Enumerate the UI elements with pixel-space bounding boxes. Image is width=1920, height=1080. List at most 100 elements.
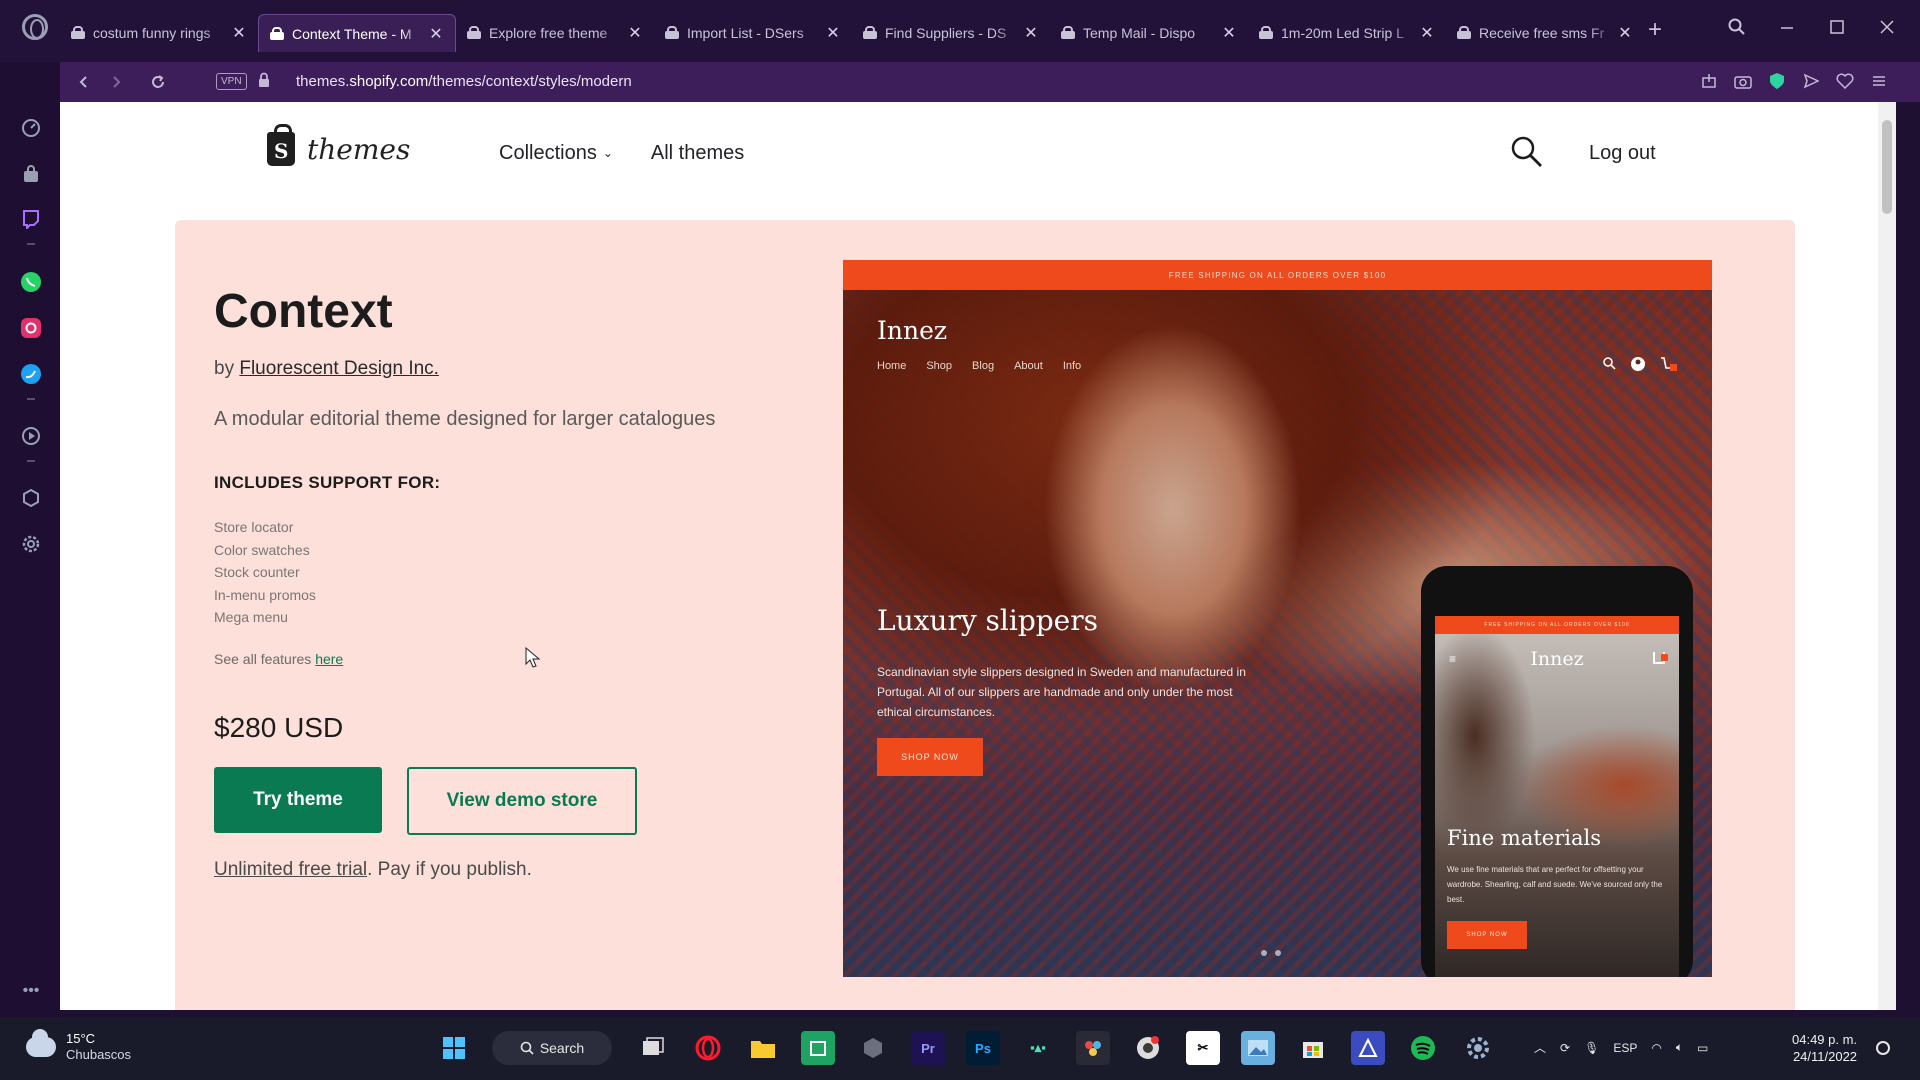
- volume-icon[interactable]: 🔈︎: [1676, 1040, 1683, 1055]
- tab-close-icon[interactable]: ✕: [1616, 23, 1634, 43]
- url-subdomain: themes.: [296, 73, 350, 90]
- instagram-icon[interactable]: [19, 316, 43, 340]
- shopify-themes-logo[interactable]: themes: [267, 124, 411, 166]
- tab-close-icon[interactable]: ✕: [824, 23, 842, 43]
- more-options-icon[interactable]: •••: [19, 979, 43, 1003]
- weather-widget[interactable]: 15°C Chubascos: [26, 1029, 131, 1063]
- tab-close-icon[interactable]: ✕: [1418, 23, 1436, 43]
- tab-close-icon[interactable]: ✕: [1022, 23, 1040, 43]
- view-demo-store-button[interactable]: View demo store: [407, 767, 637, 835]
- weather-temperature: 15°C: [66, 1031, 96, 1046]
- try-theme-button[interactable]: Try theme: [214, 767, 382, 833]
- twitter-icon[interactable]: [19, 362, 43, 386]
- microsoft-store-icon[interactable]: [1296, 1031, 1330, 1065]
- clock-date: 24/11/2022: [1792, 1049, 1858, 1064]
- free-trial-link[interactable]: Unlimited free trial: [214, 859, 367, 880]
- send-icon[interactable]: [1800, 70, 1822, 92]
- tab-close-icon[interactable]: ✕: [1220, 23, 1238, 43]
- forward-icon[interactable]: [102, 68, 130, 96]
- tab-find-suppliers[interactable]: Find Suppliers - DS ✕: [852, 14, 1050, 52]
- tab-title: costum funny rings: [93, 25, 211, 41]
- author-link[interactable]: Fluorescent Design Inc.: [239, 358, 439, 379]
- spotify-icon[interactable]: [1406, 1031, 1440, 1065]
- tab-receive-free-sms[interactable]: Receive free sms Fr ✕: [1446, 14, 1644, 52]
- notification-center-icon[interactable]: [1876, 1041, 1890, 1055]
- preview-nav-item: Blog: [972, 360, 995, 372]
- twitch-icon[interactable]: [19, 207, 43, 231]
- wifi-icon[interactable]: ◠: [1651, 1041, 1661, 1055]
- opera-browser-icon[interactable]: [691, 1031, 725, 1065]
- url-input[interactable]: themes.shopify.com/themes/context/styles…: [296, 73, 632, 90]
- tray-overflow-icon[interactable]: ︿: [1534, 1039, 1546, 1056]
- taskbar-clock[interactable]: 04:49 p. m. 24/11/2022: [1792, 1031, 1857, 1065]
- close-window-icon[interactable]: [1872, 12, 1902, 42]
- hexagon-app-icon[interactable]: [856, 1031, 890, 1065]
- tab-led-strip[interactable]: 1m-20m Led Strip L ✕: [1248, 14, 1446, 52]
- windows-start-icon[interactable]: [437, 1031, 471, 1065]
- settings-gear-icon[interactable]: [19, 532, 43, 556]
- share-icon[interactable]: [1698, 70, 1720, 92]
- tab-close-icon[interactable]: ✕: [230, 23, 248, 43]
- settings-app-icon[interactable]: [1461, 1031, 1495, 1065]
- capcut-icon[interactable]: ✂: [1186, 1031, 1220, 1065]
- battery-icon[interactable]: ▭: [1697, 1041, 1708, 1055]
- opera-menu-icon[interactable]: [22, 14, 48, 40]
- player-icon[interactable]: [19, 424, 43, 448]
- language-indicator[interactable]: ESP: [1613, 1041, 1637, 1055]
- url-path: /themes/context/styles/modern: [428, 73, 632, 90]
- tab-favicon-icon: [1258, 26, 1274, 40]
- nav-all-themes[interactable]: All themes: [651, 142, 744, 165]
- tab-favicon-icon: [1060, 26, 1076, 40]
- davinci-resolve-icon[interactable]: [1076, 1031, 1110, 1065]
- tab-context-theme[interactable]: Context Theme - M ✕: [258, 14, 456, 52]
- feature-item: In-menu promos: [214, 586, 316, 603]
- speed-dial-icon[interactable]: [19, 116, 43, 140]
- scrollbar-thumb[interactable]: [1882, 120, 1892, 214]
- easy-setup-icon[interactable]: [1868, 70, 1890, 92]
- logo-text: themes: [307, 132, 411, 166]
- search-icon[interactable]: [1509, 134, 1545, 170]
- tab-import-list[interactable]: Import List - DSers ✕: [654, 14, 852, 52]
- file-explorer-icon[interactable]: [746, 1031, 780, 1065]
- logout-link[interactable]: Log out: [1589, 142, 1656, 165]
- crypto-wallet-icon[interactable]: [19, 486, 43, 510]
- chevron-down-icon: ⌄: [602, 146, 613, 160]
- chrome-icon[interactable]: [1131, 1031, 1165, 1065]
- tab-title: Receive free sms Fr: [1479, 25, 1605, 41]
- mobile-preview-screen: FREE SHIPPING ON ALL ORDERS OVER $100 ≡ …: [1435, 616, 1679, 977]
- preview-carousel-dots: [1261, 950, 1281, 956]
- tab-favicon-icon: [466, 26, 482, 40]
- see-all-features-link[interactable]: here: [315, 651, 343, 667]
- nav-collections[interactable]: Collections ⌄: [499, 142, 613, 165]
- tab-temp-mail[interactable]: Temp Mail - Dispo ✕: [1050, 14, 1248, 52]
- premiere-pro-icon[interactable]: Pr: [911, 1031, 945, 1065]
- tray-mic-icon[interactable]: 🎙︎: [1584, 1041, 1599, 1055]
- tab-close-icon[interactable]: ✕: [427, 24, 445, 44]
- maximize-icon[interactable]: [1822, 12, 1852, 42]
- minimize-icon[interactable]: [1772, 12, 1802, 42]
- page-scrollbar[interactable]: [1878, 102, 1896, 1010]
- url-domain: shopify.com: [349, 73, 429, 90]
- adblock-shield-icon[interactable]: [1766, 70, 1788, 92]
- vpn-badge[interactable]: VPN: [216, 73, 247, 90]
- snapshot-icon[interactable]: [1732, 70, 1754, 92]
- bookmark-heart-icon[interactable]: [1834, 70, 1856, 92]
- photos-app-icon[interactable]: [1241, 1031, 1275, 1065]
- shopping-bag-icon[interactable]: [19, 162, 43, 186]
- audio-app-icon[interactable]: ▪▴▪: [1021, 1031, 1055, 1065]
- calendar-app-icon[interactable]: [801, 1031, 835, 1065]
- task-view-icon[interactable]: [636, 1031, 670, 1065]
- reload-icon[interactable]: [144, 68, 172, 96]
- back-icon[interactable]: [70, 68, 98, 96]
- photoshop-icon[interactable]: Ps: [966, 1031, 1000, 1065]
- lock-icon[interactable]: [258, 72, 270, 93]
- tab-costum-funny-rings[interactable]: costum funny rings ✕: [60, 14, 258, 52]
- tray-sync-icon[interactable]: ⟳: [1560, 1041, 1570, 1055]
- tab-search-icon[interactable]: [1722, 12, 1752, 42]
- affinity-app-icon[interactable]: [1351, 1031, 1385, 1065]
- taskbar-search[interactable]: Search: [492, 1031, 612, 1065]
- new-tab-plus-icon[interactable]: +: [1648, 16, 1662, 44]
- whatsapp-icon[interactable]: [19, 270, 43, 294]
- tab-explore-free-themes[interactable]: Explore free theme ✕: [456, 14, 654, 52]
- tab-close-icon[interactable]: ✕: [626, 23, 644, 43]
